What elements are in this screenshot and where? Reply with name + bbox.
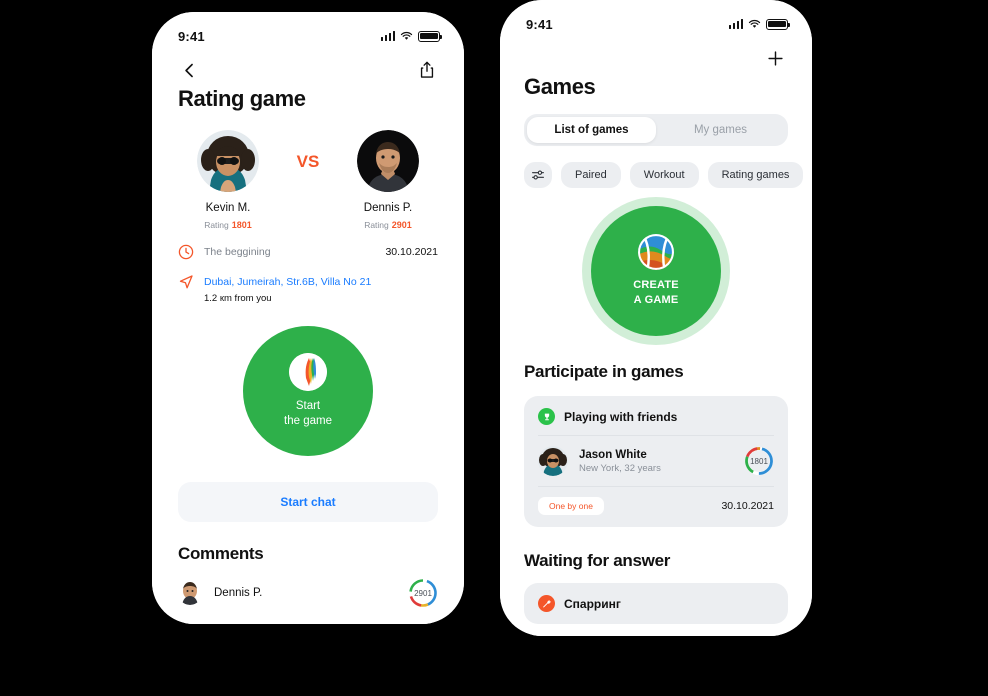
create-game-wrap: CREATE A GAME	[500, 206, 812, 336]
signal-bars-icon	[728, 19, 743, 29]
status-bar-icons	[728, 18, 790, 30]
beginning-label: The beggining	[204, 246, 271, 258]
tab-my-games[interactable]: My games	[656, 117, 785, 143]
status-bar-time: 9:41	[526, 16, 553, 32]
rating-label: Rating	[204, 220, 229, 230]
person-rating-value: 1801	[750, 456, 768, 466]
card-header: Playing with friends	[538, 408, 774, 435]
game-date: 30.10.2021	[721, 500, 774, 512]
avatar-dennis	[357, 130, 419, 192]
rating-label: Rating	[364, 220, 389, 230]
start-game-line1: Start	[295, 400, 321, 412]
app-ball-logo-icon	[289, 353, 327, 391]
tab-list-of-games[interactable]: List of games	[527, 117, 656, 143]
create-game-button[interactable]: CREATE A GAME	[591, 206, 721, 336]
sliders-filter-icon	[532, 170, 544, 180]
match-versus-block: Kevin M. Rating 1801 VS Dennis P. Rating…	[152, 112, 464, 230]
status-bar: 9:41	[500, 0, 812, 34]
person-name: Jason White	[579, 448, 647, 461]
address-link[interactable]: Dubai, Jumeirah, Str.6B, Villa No 21	[204, 276, 438, 288]
beginning-date: 30.10.2021	[385, 246, 438, 258]
chip-workout[interactable]: Workout	[629, 162, 699, 188]
comment-author: Dennis P.	[214, 587, 263, 599]
avatar-dennis	[178, 581, 202, 605]
sparring-icon	[538, 595, 555, 612]
waiting-card[interactable]: Спарринг	[524, 583, 788, 624]
card-header-label: Playing with friends	[564, 409, 678, 424]
player-name: Kevin M.	[205, 202, 251, 214]
trophy-icon	[538, 408, 555, 425]
create-game-line2: A GAME	[633, 294, 679, 306]
player-rating: Rating 1801	[176, 220, 280, 230]
phone-left: 9:41 Rating game Kevin M. Rating 1801 VS…	[152, 12, 464, 624]
chevron-left-icon	[184, 63, 193, 77]
waiting-card-label: Спарринг	[564, 596, 621, 611]
chip-rating-games[interactable]: Rating games	[707, 162, 804, 188]
person-rating-ring: 1801	[744, 446, 774, 476]
avatar-kevin	[197, 130, 259, 192]
segmented-control: List of games My games	[524, 114, 788, 146]
screenshot-stage: 9:41 Rating game Kevin M. Rating 1801 VS…	[0, 0, 988, 696]
nav-bar	[152, 46, 464, 80]
create-game-line1: CREATE	[633, 279, 679, 291]
nav-bar	[500, 34, 812, 68]
phone-right: 9:41 Games List of games My games Paired…	[500, 0, 812, 636]
app-ball-logo-icon	[638, 234, 674, 270]
signal-bars-icon	[380, 31, 395, 41]
status-bar: 9:41	[152, 12, 464, 46]
navigation-arrow-icon	[179, 275, 193, 289]
wifi-icon	[400, 32, 413, 40]
comment-item[interactable]: Dennis P. 2901	[152, 564, 464, 608]
player-card-kevin[interactable]: Kevin M. Rating 1801	[176, 130, 280, 230]
card-person-row[interactable]: Jason White New York, 32 years 1801	[538, 436, 774, 486]
game-card[interactable]: Playing with friends Jason White New Yor…	[524, 396, 788, 527]
avatar-jason	[538, 446, 568, 476]
start-game-button[interactable]: Start the game	[243, 326, 373, 456]
start-game-line2: the game	[284, 415, 332, 427]
comment-rating-ring: 2901	[408, 578, 438, 608]
status-bar-time: 9:41	[178, 28, 205, 44]
screen-rating-game: 9:41 Rating game Kevin M. Rating 1801 VS…	[152, 12, 464, 624]
share-button[interactable]	[416, 59, 438, 81]
game-type-tag: One by one	[538, 497, 604, 515]
status-bar-icons	[380, 30, 442, 42]
person-subtitle: New York, 32 years	[579, 462, 661, 474]
chip-paired[interactable]: Paired	[561, 162, 621, 188]
card-footer: One by one 30.10.2021	[538, 487, 774, 515]
rating-value: 1801	[231, 220, 252, 230]
time-info-row: The beggining 30.10.2021	[152, 244, 464, 260]
add-game-button[interactable]	[764, 47, 786, 69]
page-title: Games	[524, 74, 596, 99]
waiting-title: Waiting for answer	[524, 551, 671, 570]
participate-title: Participate in games	[524, 362, 684, 381]
distance-label: 1.2 кm from you	[204, 293, 272, 304]
rating-value: 2901	[391, 220, 412, 230]
player-card-dennis[interactable]: Dennis P. Rating 2901	[336, 130, 440, 230]
comments-title: Comments	[178, 544, 264, 563]
plus-icon	[767, 50, 783, 66]
battery-full-icon	[418, 30, 442, 42]
battery-full-icon	[766, 18, 790, 30]
location-info-row[interactable]: Dubai, Jumeirah, Str.6B, Villa No 21	[152, 274, 464, 290]
page-title: Rating game	[178, 86, 306, 111]
wifi-icon	[748, 20, 761, 28]
start-chat-button[interactable]: Start chat	[178, 482, 438, 522]
screen-games: 9:41 Games List of games My games Paired…	[500, 0, 812, 636]
player-rating: Rating 2901	[336, 220, 440, 230]
filter-chips-row: Paired Workout Rating games	[500, 146, 812, 188]
comment-rating-value: 2901	[414, 588, 432, 598]
back-button[interactable]	[178, 59, 200, 81]
share-upload-icon	[420, 61, 434, 78]
player-name: Dennis P.	[363, 202, 413, 214]
clock-icon	[178, 244, 194, 260]
person-text: Jason White New York, 32 years	[579, 449, 733, 474]
start-game-wrap: Start the game	[152, 326, 464, 456]
vs-label: VS	[296, 152, 320, 171]
filter-settings-button[interactable]	[524, 162, 552, 188]
